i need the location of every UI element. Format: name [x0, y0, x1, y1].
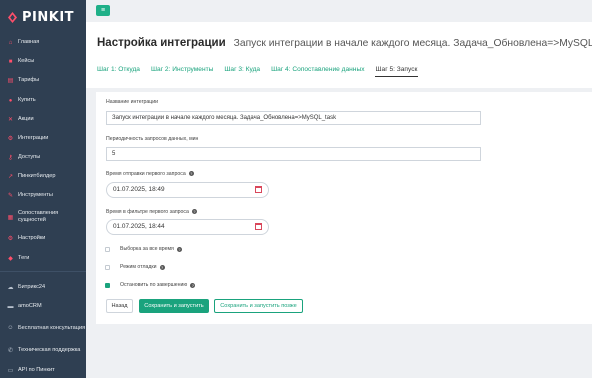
- sidebar-item-sales[interactable]: ✕ Акции: [0, 115, 86, 124]
- page-header: [86, 22, 592, 88]
- grid-icon: ▦: [7, 214, 14, 221]
- save-and-run-later-button[interactable]: Сохранить и запустить позже: [214, 299, 303, 313]
- page-subtitle: Запуск интеграции в начале каждого месяц…: [233, 38, 592, 49]
- checkbox-all-time[interactable]: Выборка за все время?: [105, 246, 182, 252]
- sidebar-item-tags[interactable]: ◆ Теги: [0, 254, 86, 263]
- save-and-run-button[interactable]: Сохранить и запустить: [139, 299, 209, 313]
- sidebar-item-settings[interactable]: ⚙ Настройки: [0, 234, 86, 243]
- title-row: Настройка интеграции Запуск интеграции в …: [97, 33, 592, 51]
- integration-name-label: Название интеграции: [106, 99, 159, 105]
- sidebar: PINKIT ⌂ Главная ■ Кейсы ▤ Тарифы ● Купить ✕…: [0, 0, 86, 378]
- tariff-icon: ▤: [7, 78, 14, 84]
- api-icon: ▭: [7, 368, 14, 374]
- checkbox-label: Остановить по завершению: [120, 282, 188, 288]
- checkbox[interactable]: [105, 282, 110, 288]
- sidebar-item-tools[interactable]: ✎ Инструменты: [0, 191, 86, 200]
- topbar: [86, 0, 592, 22]
- amocrm-icon: ▬: [7, 303, 14, 310]
- tab-step-5[interactable]: Шаг 5: Запуск: [374, 66, 419, 77]
- calendar-icon[interactable]: [255, 186, 262, 193]
- briefcase-icon: ■: [8, 58, 13, 65]
- help-icon[interactable]: ?: [191, 209, 197, 215]
- sidebar-divider: [0, 271, 86, 272]
- checkbox-debug-mode[interactable]: Режим отладки?: [105, 264, 165, 270]
- sidebar-item-cases[interactable]: ■ Кейсы: [0, 57, 86, 66]
- sidebar-item-support[interactable]: ✆ Техническая поддержка: [0, 342, 86, 358]
- first-send-label: Время отправки первого запроса?: [106, 171, 194, 177]
- hamburger-icon: ≡: [100, 7, 106, 14]
- tab-step-4[interactable]: Шаг 4: Сопоставление данных: [270, 66, 365, 77]
- form-panel: [96, 92, 592, 324]
- sale-icon: ✕: [7, 117, 14, 123]
- logo-icon: [8, 11, 17, 23]
- first-send-value: 01.07.2025, 18:49: [113, 186, 165, 193]
- period-label: Периодичность запросов данных, мин: [106, 136, 199, 142]
- sidebar-item-tariffs[interactable]: ▤ Тарифы: [0, 76, 86, 85]
- checkbox-stop-on-finish[interactable]: Остановить по завершению?: [105, 282, 196, 288]
- integration-name-input[interactable]: Запуск интеграции в начале каждого месяц…: [106, 111, 481, 125]
- help-icon[interactable]: ?: [159, 264, 165, 270]
- builder-icon: ↗: [7, 174, 14, 180]
- filter-time-label: Время в фильтре первого запроса?: [106, 209, 197, 215]
- back-button[interactable]: Назад: [106, 299, 133, 313]
- sidebar-item-builder[interactable]: ↗ Пинкитбилдер: [0, 172, 86, 181]
- sidebar-item-amocrm[interactable]: ▬ amoCRM: [0, 302, 86, 311]
- tab-step-3[interactable]: Шаг 3: Куда: [223, 66, 261, 77]
- checkbox[interactable]: [105, 264, 110, 270]
- first-send-datetime-input[interactable]: 01.07.2025, 18:49: [106, 182, 269, 198]
- menu-toggle-button[interactable]: ≡: [96, 5, 110, 16]
- cloud-icon: ☁: [7, 285, 14, 291]
- tools-icon: ✎: [7, 193, 14, 199]
- key-icon: ⚷: [8, 155, 13, 161]
- cart-icon: ●: [8, 97, 13, 104]
- logo-text: PINKIT: [22, 9, 75, 25]
- calendar-icon[interactable]: [255, 223, 262, 230]
- checkbox-label: Выборка за все время: [120, 246, 174, 252]
- page-title: Настройка интеграции: [97, 37, 226, 49]
- checkbox-label: Режим отладки: [120, 264, 157, 270]
- tab-step-1[interactable]: Шаг 1: Откуда: [96, 66, 141, 77]
- help-icon[interactable]: ?: [188, 171, 194, 177]
- sidebar-item-home[interactable]: ⌂ Главная: [0, 38, 86, 47]
- sidebar-item-bitrix24[interactable]: ☁ Битрикс24: [0, 283, 86, 292]
- user-icon: ☺: [7, 325, 14, 331]
- tag-icon: ◆: [8, 256, 13, 262]
- support-icon: ✆: [7, 347, 14, 354]
- filter-datetime-input[interactable]: 01.07.2025, 18:44: [106, 219, 269, 235]
- sidebar-item-access[interactable]: ⚷ Доступы: [0, 153, 86, 162]
- step-tabs: Шаг 1: Откуда Шаг 2: Инструменты Шаг 3: …: [96, 66, 427, 77]
- period-input[interactable]: 5: [106, 147, 481, 161]
- sidebar-item-buy[interactable]: ● Купить: [0, 96, 86, 105]
- home-icon: ⌂: [8, 39, 13, 46]
- sidebar-item-mapping[interactable]: ▦ Сопоставления сущностей: [0, 209, 86, 225]
- gear-icon: ⚙: [7, 236, 14, 242]
- logo[interactable]: PINKIT: [0, 0, 86, 34]
- filter-time-value: 01.07.2025, 18:44: [113, 223, 165, 230]
- integration-icon: ⚙: [7, 136, 14, 142]
- sidebar-item-consultation[interactable]: ☺ Бесплатная консультация: [0, 320, 86, 336]
- help-icon[interactable]: ?: [190, 282, 196, 288]
- sidebar-item-integrations[interactable]: ⚙ Интеграции: [0, 134, 86, 143]
- tab-step-2[interactable]: Шаг 2: Инструменты: [150, 66, 214, 77]
- sidebar-item-api[interactable]: ▭ API по Пинкит: [0, 366, 86, 375]
- checkbox[interactable]: [105, 246, 110, 252]
- help-icon[interactable]: ?: [176, 246, 182, 252]
